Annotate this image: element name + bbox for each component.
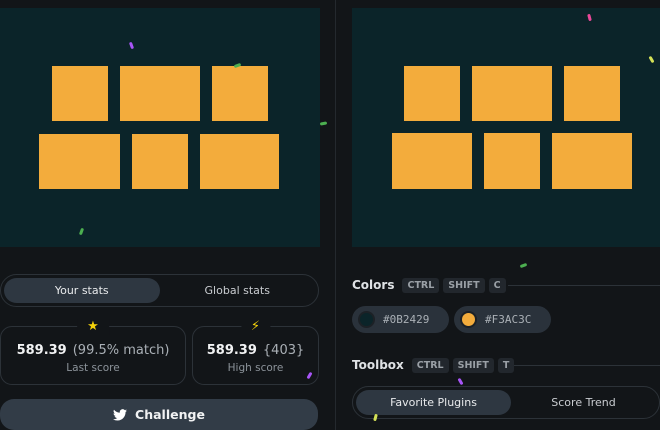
shape xyxy=(404,66,460,121)
kbd-shift: SHIFT xyxy=(452,357,494,373)
shape xyxy=(484,133,540,189)
challenge-button[interactable]: Challenge xyxy=(0,399,318,430)
target-canvas xyxy=(352,8,660,247)
stats-tabs: Your stats Global stats xyxy=(0,274,319,307)
challenge-label: Challenge xyxy=(135,407,205,422)
kbd-c: C xyxy=(488,277,506,293)
lightning-icon: ⚡ xyxy=(240,319,271,335)
colors-header: Colors CTRL SHIFT C xyxy=(352,277,660,293)
last-score-card: ★ 589.39 (99.5% match) Last score xyxy=(0,319,186,385)
divider-line xyxy=(508,285,660,286)
twitter-icon xyxy=(113,408,128,421)
confetti xyxy=(457,377,464,386)
confetti xyxy=(519,262,528,269)
shape xyxy=(392,133,472,189)
shape xyxy=(472,66,552,121)
panel-divider[interactable] xyxy=(335,0,336,430)
color-chip-background[interactable]: #0B2429 xyxy=(352,306,449,333)
output-canvas[interactable] xyxy=(0,8,320,247)
color-swatch xyxy=(358,311,375,328)
high-score-label: High score xyxy=(227,362,284,374)
shape xyxy=(52,66,108,121)
color-hex: #F3AC3C xyxy=(485,313,532,326)
divider-line xyxy=(514,365,660,366)
kbd-t: T xyxy=(497,357,515,373)
kbd-shift: SHIFT xyxy=(443,277,485,293)
high-score-card: ⚡ 589.39 {403} High score xyxy=(192,319,319,385)
kbd-ctrl: CTRL xyxy=(411,357,449,373)
last-score-match: (99.5% match) xyxy=(72,343,170,358)
shape xyxy=(552,133,632,189)
color-chip-foreground[interactable]: #F3AC3C xyxy=(454,306,551,333)
high-score-detail: {403} xyxy=(262,343,305,358)
shape xyxy=(132,134,188,189)
confetti xyxy=(319,121,328,126)
color-hex: #0B2429 xyxy=(383,313,430,326)
shape xyxy=(212,66,268,121)
shape xyxy=(120,66,200,121)
star-icon: ★ xyxy=(77,319,109,335)
color-swatch xyxy=(460,311,477,328)
toolbox-tabs: Favorite Plugins Score Trend xyxy=(352,386,660,419)
tab-your-stats[interactable]: Your stats xyxy=(4,278,160,303)
toolbox-header: Toolbox CTRL SHIFT T xyxy=(352,357,660,373)
tab-favorite-plugins[interactable]: Favorite Plugins xyxy=(356,390,511,415)
high-score-value: 589.39 xyxy=(206,343,257,358)
shape xyxy=(564,66,620,121)
tab-score-trend[interactable]: Score Trend xyxy=(511,390,656,415)
toolbox-title: Toolbox xyxy=(352,358,404,372)
last-score-value: 589.39 xyxy=(16,343,67,358)
shape xyxy=(200,134,279,189)
shape xyxy=(39,134,120,189)
last-score-label: Last score xyxy=(66,362,120,374)
kbd-ctrl: CTRL xyxy=(402,277,440,293)
tab-global-stats[interactable]: Global stats xyxy=(160,278,316,303)
colors-title: Colors xyxy=(352,278,395,292)
